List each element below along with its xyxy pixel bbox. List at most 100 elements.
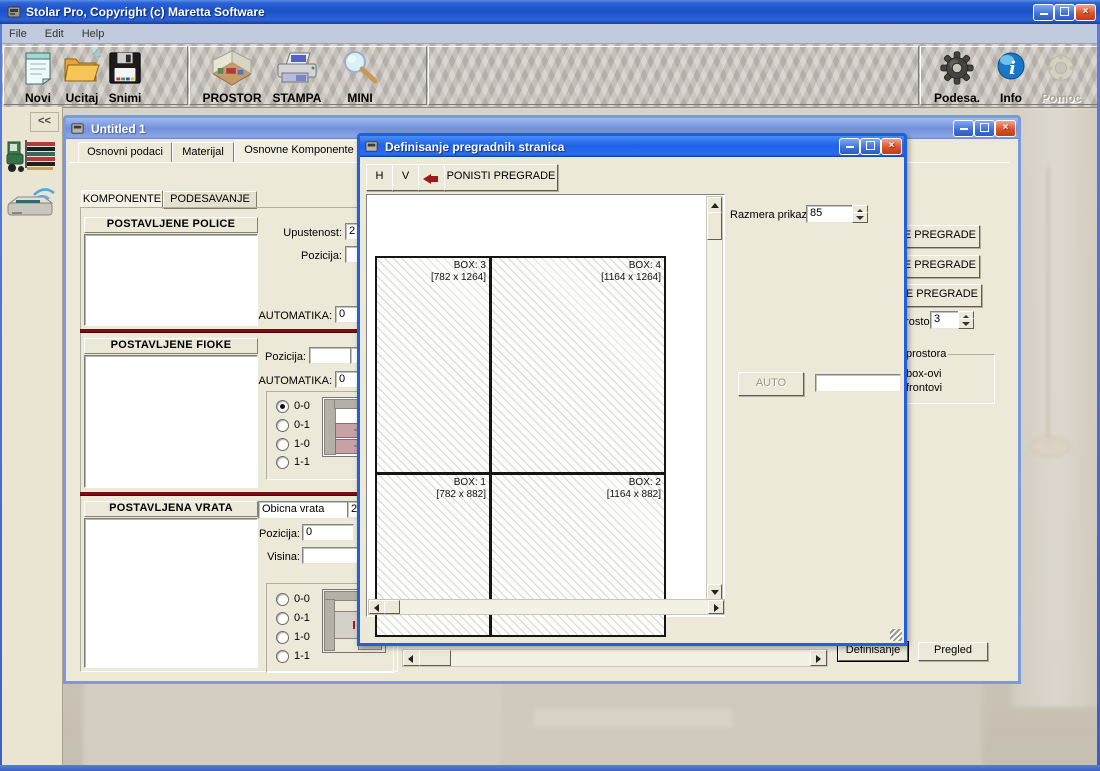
forklift-icon[interactable]	[5, 136, 57, 178]
scrollbar-thumb[interactable]	[707, 212, 722, 240]
razmera-spinner[interactable]	[852, 205, 866, 223]
dialog-minimize-button[interactable]	[839, 138, 860, 155]
vrata-pozicija-field[interactable]: 0	[302, 524, 354, 541]
vrata-radio-1-1[interactable]: 1-1	[276, 649, 310, 663]
podesa-button[interactable]: Podesa.	[929, 49, 985, 105]
cabinet-drawer	[532, 707, 734, 729]
minimize-icon	[1040, 13, 1048, 15]
visina-label: Visina:	[260, 551, 300, 563]
help-ring-icon	[1042, 49, 1080, 87]
info-button[interactable]: i Info	[991, 49, 1031, 105]
menu-edit[interactable]: Edit	[36, 28, 73, 40]
button-label: PONISTI PREGRADE	[447, 170, 556, 182]
vrata-radio-0-0[interactable]: 0-0	[276, 592, 310, 606]
app-titlebar: Stolar Pro, Copyright (c) Maretta Softwa…	[0, 0, 1100, 24]
fioke-radio-1-1[interactable]: 1-1	[276, 455, 310, 469]
prostor-label: PROSTOR	[202, 91, 262, 105]
radio-icon	[276, 650, 289, 663]
fioke-pozicija-field[interactable]	[309, 347, 353, 364]
box-dims: [782 x 1264]	[431, 272, 486, 284]
prostora-spinner[interactable]	[958, 311, 972, 329]
app-maximize-button[interactable]	[1054, 4, 1075, 21]
tab-osnovni-podaci[interactable]: Osnovni podaci	[78, 142, 172, 163]
fioke-header: POSTAVLJENE FIOKE	[84, 338, 258, 354]
sidebar-collapse-button[interactable]: <<	[30, 112, 59, 132]
main-horizontal-scrollbar[interactable]	[402, 649, 828, 667]
fioke-listbox[interactable]	[84, 355, 258, 488]
mw-close-button[interactable]: ×	[995, 120, 1016, 137]
field-value: 3	[934, 313, 940, 325]
box-cell-3[interactable]: BOX: 3 [782 x 1264]	[377, 258, 489, 472]
ucitaj-button[interactable]: Ucitaj	[60, 49, 104, 105]
vrata-radio-0-1[interactable]: 0-1	[276, 611, 310, 625]
razmera-field[interactable]: 85	[806, 205, 856, 223]
scroll-right-icon	[816, 655, 821, 663]
tab-materijal[interactable]: Materijal	[172, 142, 234, 163]
snimi-button[interactable]: Snimi	[102, 49, 148, 105]
dialog-titlebar: Definisanje pregradnih stranica ×	[360, 136, 904, 157]
button-label: NE PREGRADE	[896, 259, 976, 271]
box-name: BOX: 4	[601, 260, 661, 272]
radio-label: 1-1	[294, 456, 310, 468]
police-listbox[interactable]	[84, 234, 258, 326]
fioke-radio-0-0[interactable]: 0-0	[276, 399, 310, 413]
novi-button[interactable]: Novi	[12, 49, 64, 105]
ponisti-pregrade-button[interactable]: PONISTI PREGRADE	[444, 164, 558, 191]
svg-text:i: i	[1009, 58, 1016, 79]
dialog-close-button[interactable]: ×	[881, 138, 902, 155]
mw-minimize-button[interactable]	[953, 120, 974, 137]
radio-label: 0-1	[294, 612, 310, 624]
spinner-down-icon[interactable]	[852, 212, 868, 223]
prostor-button[interactable]: PROSTOR	[202, 49, 262, 105]
tab-osnovne-komponente[interactable]: Osnovne Komponente	[234, 140, 364, 163]
collapse-icon: <<	[38, 115, 51, 127]
vrata-listbox[interactable]	[84, 518, 258, 668]
toolbar-group-view: PROSTOR STAMPA MINI	[189, 46, 427, 105]
partition-canvas[interactable]: BOX: 3 [782 x 1264] BOX: 4 [1164 x 1264]…	[366, 194, 725, 617]
radio-icon	[276, 438, 289, 451]
auto-field[interactable]	[815, 374, 901, 392]
scroll-up-button[interactable]	[707, 197, 722, 213]
toolbar: Novi Ucitaj Snimi	[0, 44, 1100, 108]
radio-icon	[276, 419, 289, 432]
scroll-left-button[interactable]	[403, 650, 420, 666]
mw-maximize-button[interactable]	[974, 120, 995, 137]
h-split-button[interactable]: H	[366, 164, 393, 191]
fioke-radio-1-0[interactable]: 1-0	[276, 437, 310, 451]
app-close-button[interactable]: ×	[1075, 4, 1096, 21]
v-split-button[interactable]: V	[392, 164, 419, 191]
menu-help[interactable]: Help	[73, 28, 114, 40]
vrata-radio-1-0[interactable]: 1-0	[276, 630, 310, 644]
auto-button[interactable]: AUTO	[738, 372, 804, 396]
radio-icon	[276, 612, 289, 625]
scroll-down-button[interactable]	[707, 584, 722, 600]
podesa-label: Podesa.	[929, 91, 985, 105]
scrollbar-thumb[interactable]	[419, 650, 451, 666]
scroll-right-button[interactable]	[708, 600, 724, 614]
app-minimize-button[interactable]	[1033, 4, 1054, 21]
scroll-right-button[interactable]	[810, 650, 827, 666]
menu-file[interactable]: File	[0, 28, 36, 40]
cabinet-front-left	[82, 673, 503, 768]
spinner-down-icon[interactable]	[958, 318, 974, 329]
mini-button[interactable]: MINI	[334, 49, 386, 105]
main-window-icon	[70, 121, 85, 136]
scroll-left-button[interactable]	[369, 600, 385, 614]
undo-arrow-button[interactable]	[418, 164, 445, 191]
dialog-maximize-button[interactable]	[860, 138, 881, 155]
scanner-icon[interactable]	[6, 181, 56, 221]
box-cell-4[interactable]: BOX: 4 [1164 x 1264]	[492, 258, 664, 472]
header-label: POSTAVLJENE POLICE	[107, 218, 235, 230]
resize-grip[interactable]	[890, 629, 902, 641]
vrata-header: POSTAVLJENA VRATA	[84, 501, 258, 517]
lamp-cord	[1047, 167, 1049, 447]
stampa-button[interactable]: STAMPA	[266, 49, 328, 105]
canvas-vertical-scrollbar[interactable]	[706, 196, 723, 601]
maximize-icon	[866, 141, 875, 150]
canvas-horizontal-scrollbar[interactable]	[368, 599, 725, 615]
pregled-button[interactable]: Pregled	[918, 642, 988, 661]
scrollbar-thumb[interactable]	[384, 600, 400, 614]
fioke-pozicija-label: Pozicija:	[262, 351, 306, 363]
box-dims: [1164 x 1264]	[601, 272, 661, 284]
fioke-radio-0-1[interactable]: 0-1	[276, 418, 310, 432]
